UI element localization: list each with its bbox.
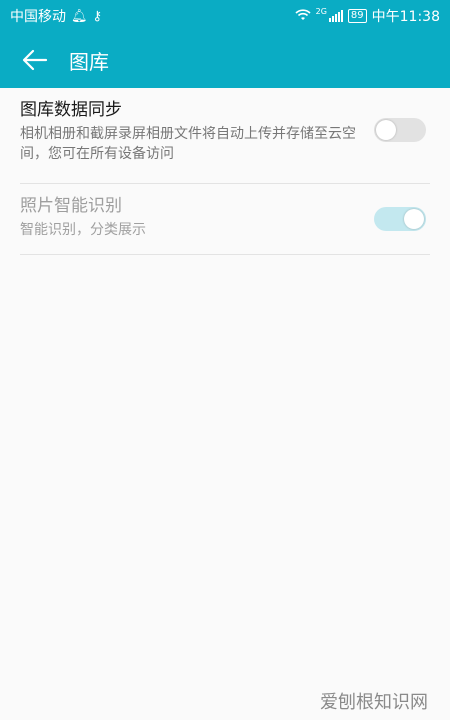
battery-icon: 89 — [347, 9, 367, 23]
back-button[interactable] — [15, 40, 55, 80]
setting-description: 相机相册和截屏录屏相册文件将自动上传并存储至云空间，您可在所有设备访问 — [20, 126, 356, 162]
setting-title: 图库数据同步 — [20, 100, 122, 120]
setting-title: 照片智能识别 — [20, 196, 122, 216]
watermark-text: 爱刨根知识网 — [320, 692, 428, 713]
network-type-label: 2G — [315, 6, 327, 16]
clock-label: 中午11:38 — [371, 9, 440, 25]
settings-list: 图库数据同步 相机相册和截屏录屏相册文件将自动上传并存储至云空间，您可在所有设备… — [20, 88, 430, 255]
status-bar: 中国移动 🔔︎ ⚷ 2G 89 中午11:38 — [0, 0, 450, 32]
photo-recognition-toggle[interactable] — [374, 207, 426, 231]
arrow-left-icon — [22, 49, 48, 71]
setting-description: 智能识别，分类展示 — [20, 222, 146, 238]
setting-row-gallery-sync[interactable]: 图库数据同步 相机相册和截屏录屏相册文件将自动上传并存储至云空间，您可在所有设备… — [20, 88, 430, 184]
carrier-label: 中国移动 — [10, 9, 66, 25]
wifi-icon — [295, 8, 311, 24]
key-icon: ⚷ — [92, 8, 103, 24]
setting-row-photo-recognition[interactable]: 照片智能识别 智能识别，分类展示 — [20, 184, 430, 255]
signal-strength-icon — [328, 10, 343, 22]
notification-bell-icon: 🔔︎ — [71, 8, 88, 24]
page-title: 图库 — [69, 49, 109, 74]
toggle-knob — [376, 120, 396, 140]
gallery-sync-toggle[interactable] — [374, 118, 426, 142]
app-bar: 图库 — [0, 32, 450, 88]
toggle-knob — [404, 209, 424, 229]
